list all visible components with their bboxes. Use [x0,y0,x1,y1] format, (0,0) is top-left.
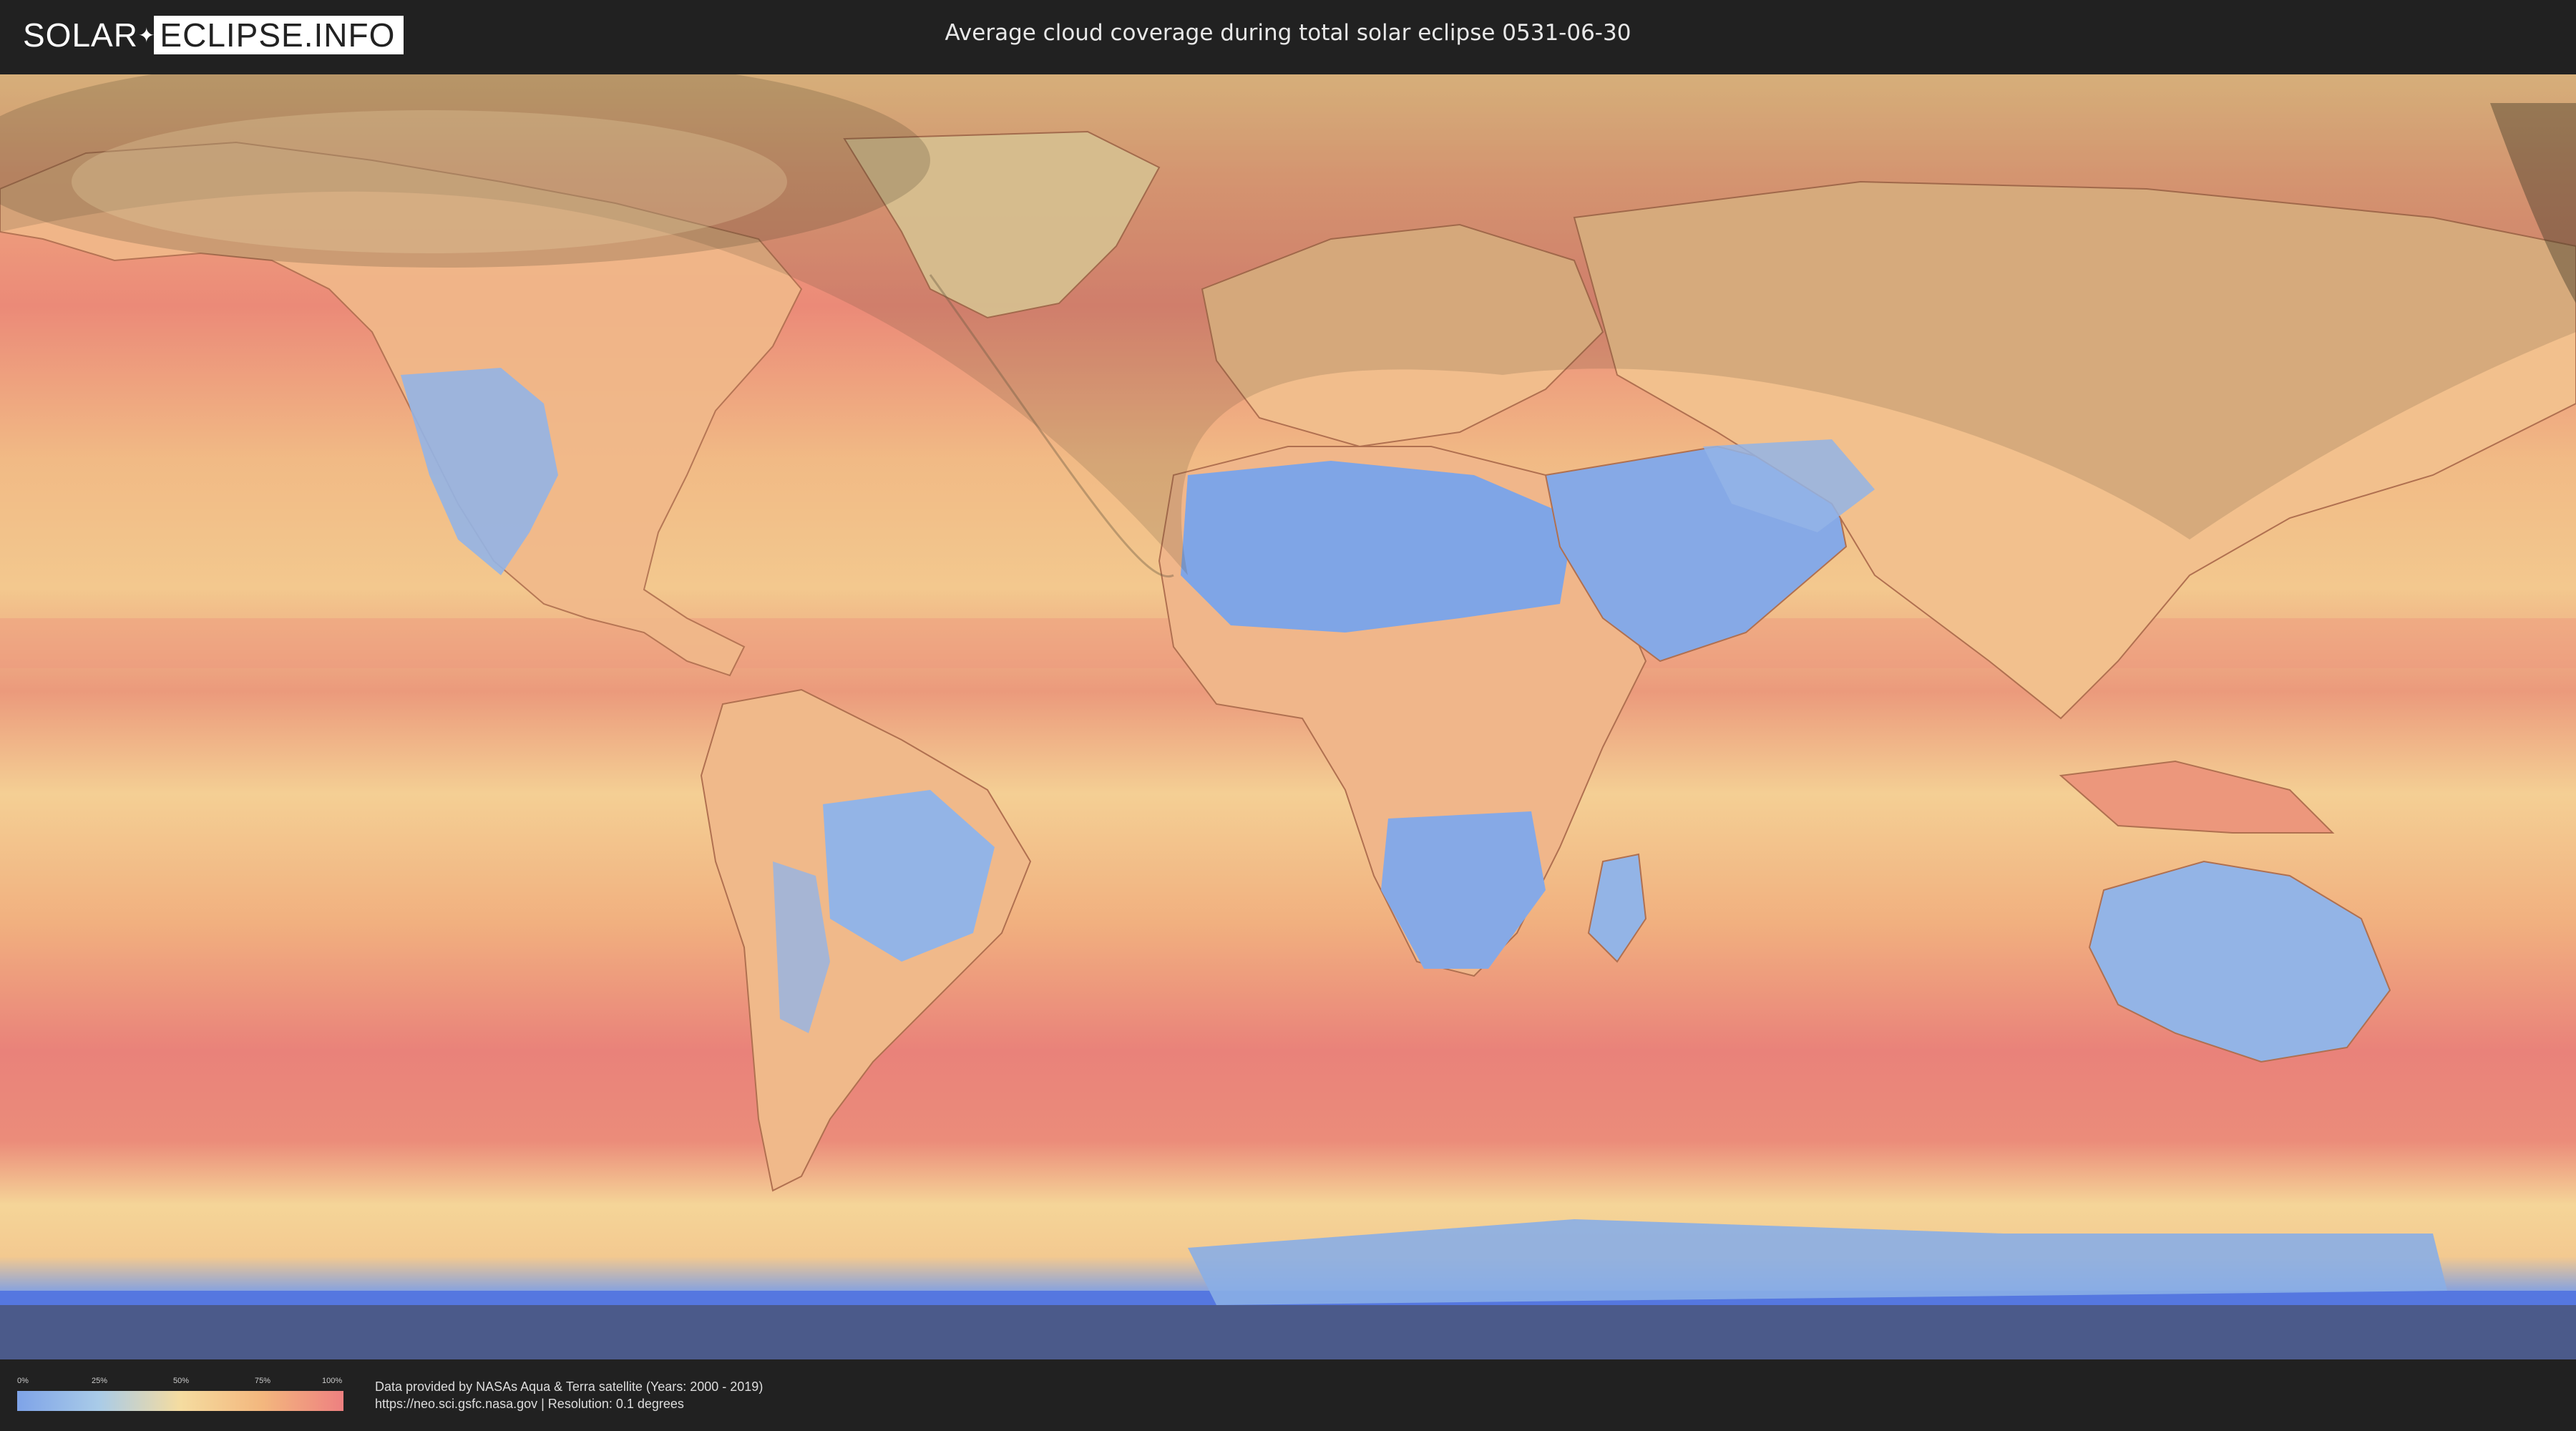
data-attribution: Data provided by NASAs Aqua & Terra sate… [375,1378,763,1412]
header: SOLAR ✦ ECLIPSE.INFO Average cloud cover… [0,0,2576,72]
legend-color-bar [17,1391,343,1411]
page-title: Average cloud coverage during total sola… [945,20,1631,46]
legend-tick-0: 0% [17,1377,29,1385]
cloud-coverage-legend: 0% 25% 50% 75% 100% [17,1377,343,1412]
cloud-coverage-map[interactable] [0,74,2576,1359]
page: SOLAR ✦ ECLIPSE.INFO Average cloud cover… [0,0,2576,1431]
legend-tick-75: 75% [255,1377,271,1385]
legend-tick-50: 50% [173,1377,190,1385]
eclipse-umbra-north [72,110,787,253]
legend-tick-labels: 0% 25% 50% 75% 100% [17,1377,343,1387]
attribution-source: Data provided by NASAs Aqua & Terra sate… [375,1379,763,1394]
legend-tick-100: 100% [322,1377,343,1385]
legend-tick-25: 25% [92,1377,108,1385]
antarctica-no-data [0,1305,2576,1359]
attribution-url[interactable]: https://neo.sci.gsfc.nasa.gov | Resoluti… [375,1395,763,1412]
